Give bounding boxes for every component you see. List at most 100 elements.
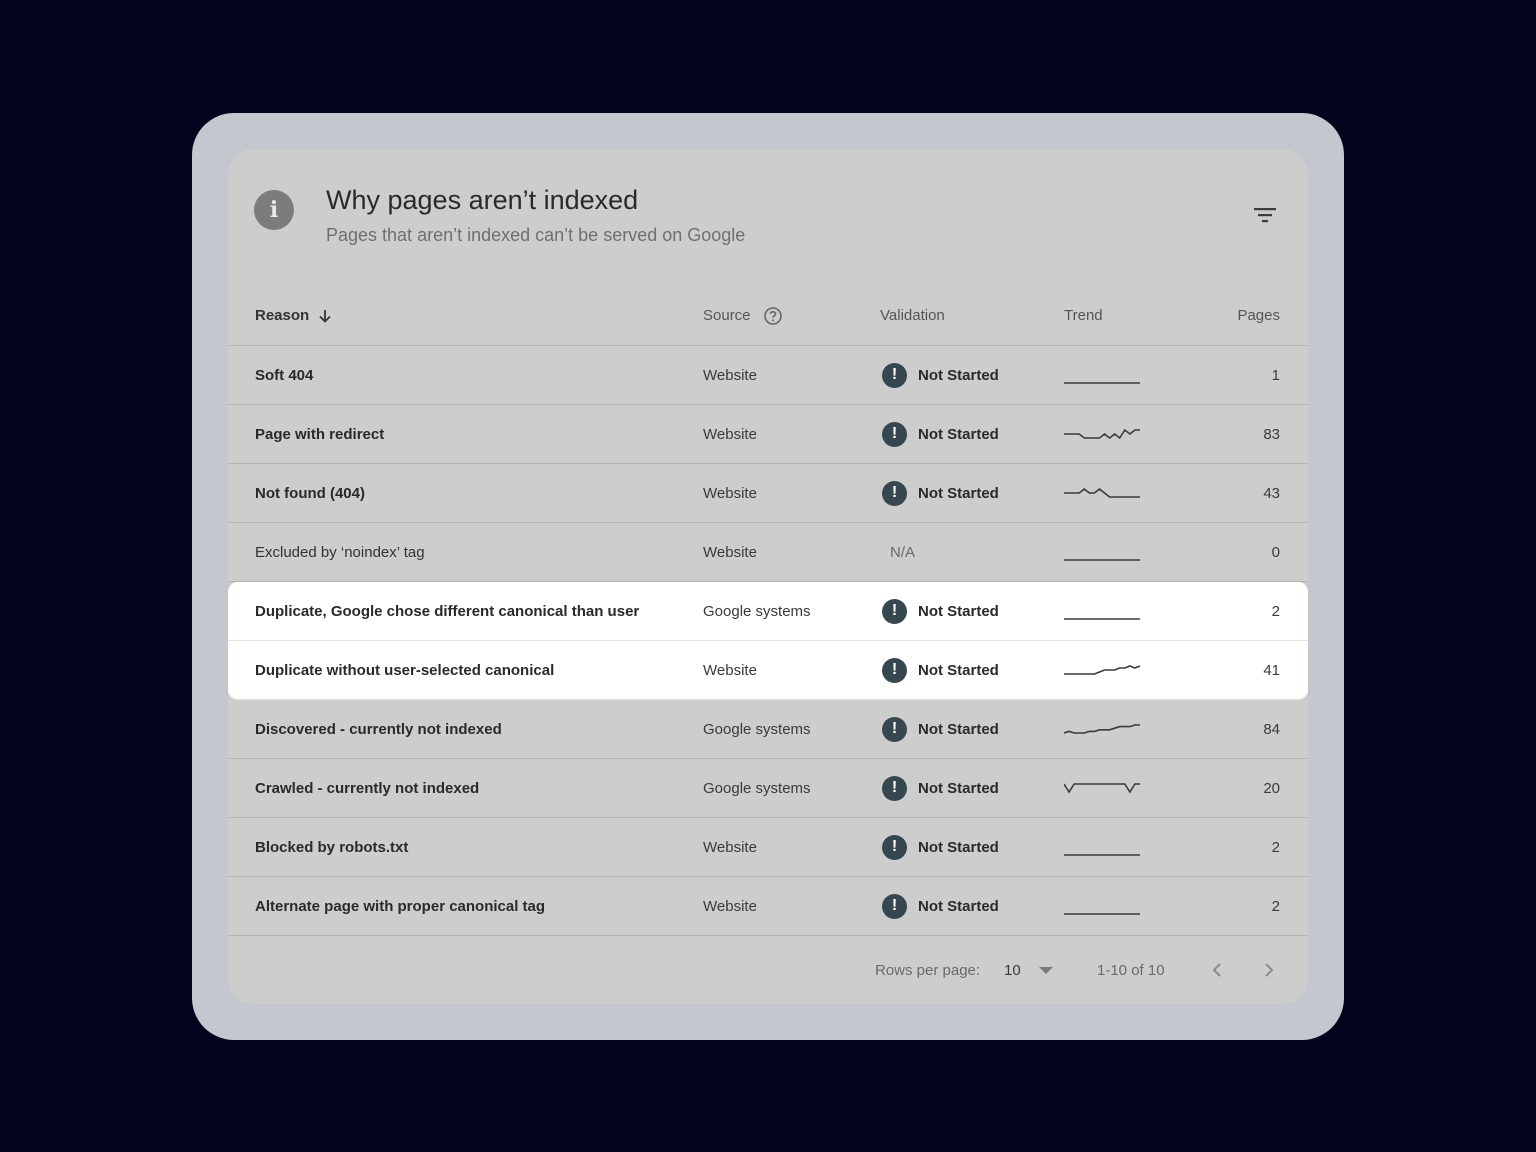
trend-sparkline [1064,428,1140,440]
validation-status: Not Started [918,425,999,443]
reason-cell: Alternate page with proper canonical tag [255,897,546,915]
column-header-reason-label: Reason [255,307,310,324]
validation-status: Not Started [918,779,999,797]
validation-status: Not Started [918,897,999,915]
validation-status: Not Started [918,720,999,738]
validation-cell: ! Not Started [882,582,999,640]
help-icon[interactable] [763,306,783,326]
source-cell: Website [703,484,757,502]
source-cell: Website [703,543,757,561]
table-row[interactable]: Discovered - currently not indexed Googl… [228,700,1308,759]
validation-cell: ! Not Started [882,877,999,935]
trend-cell [1064,700,1140,758]
pages-cell: 41 [1263,661,1280,679]
chevron-left-icon [1212,963,1221,977]
table-row[interactable]: Not found (404) Website ! Not Started 43 [228,464,1308,523]
rows-per-page-select[interactable]: 10 [1004,939,1053,1001]
trend-sparkline [1064,783,1140,794]
pages-cell: 0 [1271,543,1280,561]
reason-cell: Not found (404) [255,484,365,502]
previous-page-button[interactable] [1210,939,1224,1001]
source-cell: Google systems [703,602,811,620]
pages-cell: 43 [1263,484,1280,502]
exclamation-icon: ! [882,893,907,919]
trend-cell [1064,346,1140,404]
exclamation-icon: ! [882,834,907,860]
card-title: Why pages aren’t indexed [326,185,639,215]
table-row[interactable]: Excluded by ‘noindex’ tag Website N/A 0 [228,523,1308,582]
validation-cell: ! Not Started [882,759,999,817]
table-row[interactable]: Blocked by robots.txt Website ! Not Star… [228,818,1308,877]
not-indexed-card: i Why pages aren’t indexed Pages that ar… [228,149,1308,1004]
table-row-highlighted[interactable]: Duplicate without user-selected canonica… [228,641,1308,700]
reason-cell: Excluded by ‘noindex’ tag [255,543,425,561]
trend-sparkline [1064,559,1140,561]
caret-down-icon [1038,966,1053,974]
filter-icon[interactable] [1251,201,1279,229]
pages-cell: 1 [1271,366,1280,384]
source-cell: Google systems [703,720,811,738]
validation-cell: ! Not Started [882,464,999,522]
validation-cell: ! Not Started [882,346,999,404]
trend-cell [1064,877,1140,935]
source-cell: Website [703,838,757,856]
table-row[interactable]: Crawled - currently not indexed Google s… [228,759,1308,818]
exclamation-icon: ! [882,598,907,624]
reason-cell: Blocked by robots.txt [255,838,409,856]
outer-frame: i Why pages aren’t indexed Pages that ar… [192,113,1344,1040]
source-cell: Website [703,897,757,915]
trend-cell [1064,523,1140,581]
rows-per-page-label: Rows per page: [875,961,981,979]
column-header-reason[interactable]: Reason [255,286,333,345]
exclamation-icon: ! [882,716,907,742]
rows-per-page-value: 10 [1004,961,1021,979]
trend-sparkline [1064,618,1140,620]
trend-cell [1064,818,1140,876]
pages-cell: 84 [1263,720,1280,738]
validation-cell: ! Not Started [882,641,999,699]
validation-status: Not Started [918,661,999,679]
trend-sparkline [1064,724,1140,734]
table-row[interactable]: Soft 404 Website ! Not Started 1 [228,346,1308,405]
source-cell: Website [703,366,757,384]
table-row[interactable]: Alternate page with proper canonical tag… [228,877,1308,936]
table-body: Soft 404 Website ! Not Started 1 Page wi… [228,346,1308,936]
exclamation-icon: ! [882,775,907,801]
pages-cell: 2 [1271,897,1280,915]
trend-cell [1064,582,1140,640]
arrow-down-icon [319,309,331,323]
chevron-right-icon [1265,963,1274,977]
trend-sparkline [1064,382,1140,384]
validation-status: Not Started [918,366,999,384]
card-subtitle: Pages that aren’t indexed can’t be serve… [326,225,746,245]
pages-cell: 20 [1263,779,1280,797]
validation-status: Not Started [918,838,999,856]
source-cell: Website [703,425,757,443]
table-row[interactable]: Page with redirect Website ! Not Started… [228,405,1308,464]
reason-cell: Page with redirect [255,425,385,443]
reason-cell: Duplicate, Google chose different canoni… [255,602,640,620]
exclamation-icon: ! [882,480,907,506]
next-page-button[interactable] [1262,939,1276,1001]
exclamation-icon: ! [882,362,907,388]
reason-cell: Discovered - currently not indexed [255,720,502,738]
column-header-trend[interactable]: Trend [1064,286,1103,345]
source-cell: Website [703,661,757,679]
column-header-source-label: Source [703,307,751,324]
validation-status: Not Started [918,602,999,620]
info-icon: i [254,190,294,230]
pages-cell: 2 [1271,602,1280,620]
source-cell: Google systems [703,779,811,797]
column-header-validation[interactable]: Validation [880,286,945,345]
trend-sparkline [1064,854,1140,856]
reason-cell: Duplicate without user-selected canonica… [255,661,555,679]
exclamation-icon: ! [882,421,907,447]
table-row-highlighted[interactable]: Duplicate, Google chose different canoni… [228,582,1308,641]
pagination-range: 1-10 of 10 [1097,961,1165,979]
trend-sparkline [1064,665,1140,675]
trend-cell [1064,641,1140,699]
column-header-source[interactable]: Source [703,286,783,345]
column-header-pages[interactable]: Pages [1237,286,1280,345]
exclamation-icon: ! [882,657,907,683]
validation-cell: ! Not Started [882,818,999,876]
